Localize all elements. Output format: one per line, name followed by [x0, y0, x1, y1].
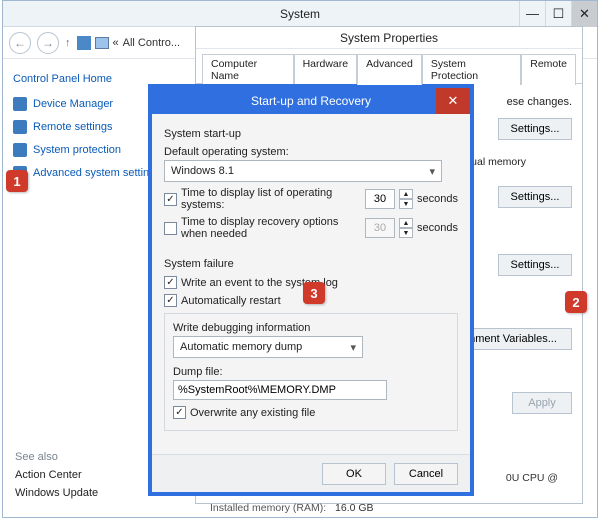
time-list-spinner[interactable]: ▲▼: [399, 189, 413, 209]
dialog-button-row: OK Cancel: [152, 454, 470, 492]
auto-restart-checkbox[interactable]: [164, 294, 177, 307]
system-failure-heading: System failure: [164, 258, 458, 270]
default-os-dropdown[interactable]: Windows 8.1: [164, 160, 442, 182]
dump-type-value: Automatic memory dump: [180, 341, 302, 353]
maximize-button[interactable]: ☐: [545, 1, 571, 27]
performance-settings-button[interactable]: Settings...: [498, 118, 572, 140]
write-debug-info-label: Write debugging information: [173, 322, 449, 334]
startup-recovery-title: Start-up and Recovery: [251, 94, 371, 108]
up-icon[interactable]: ↑: [65, 37, 71, 49]
device-manager-icon: [13, 97, 27, 111]
overwrite-checkbox[interactable]: [173, 406, 186, 419]
breadcrumb-text: All Contro...: [123, 37, 180, 49]
minimize-button[interactable]: —: [519, 1, 545, 27]
window-controls: — ☐ ✕: [519, 1, 597, 27]
ram-label: Installed memory (RAM):: [210, 502, 326, 514]
write-event-checkbox[interactable]: [164, 276, 177, 289]
see-also: See also Action Center Windows Update: [15, 451, 165, 505]
sidebar-item-device-manager[interactable]: Device Manager: [13, 97, 157, 111]
default-os-label: Default operating system:: [164, 146, 458, 158]
sidebar-item-label: Advanced system settin: [33, 167, 149, 179]
user-profiles-settings-button[interactable]: Settings...: [498, 186, 572, 208]
link-label: Action Center: [15, 469, 82, 481]
time-list-row: Time to display list of operating system…: [164, 187, 458, 211]
sidebar-item-label: Device Manager: [33, 98, 113, 110]
dialog-body: System start-up Default operating system…: [152, 114, 470, 441]
dialog-close-button[interactable]: ✕: [436, 88, 470, 114]
processor-fragment: 0U CPU @: [506, 472, 558, 484]
system-properties-title: System Properties: [196, 27, 582, 49]
seconds-label: seconds: [417, 193, 458, 205]
tab-system-protection[interactable]: System Protection: [422, 54, 521, 85]
time-recovery-row: Time to display recovery options when ne…: [164, 216, 458, 240]
dump-type-dropdown[interactable]: Automatic memory dump: [173, 336, 363, 358]
debug-info-group: Write debugging information Automatic me…: [164, 313, 458, 431]
sidebar-item-label: Remote settings: [33, 121, 112, 133]
callout-3: 3: [303, 282, 325, 304]
time-recovery-checkbox[interactable]: [164, 222, 177, 235]
link-label: Windows Update: [15, 487, 98, 499]
see-also-windows-update[interactable]: Windows Update: [15, 487, 165, 499]
sidebar-item-label: System protection: [33, 144, 121, 156]
sidebar-item-system-protection[interactable]: System protection: [13, 143, 157, 157]
close-button[interactable]: ✕: [571, 1, 597, 27]
startup-recovery-settings-button[interactable]: Settings...: [498, 254, 572, 276]
dump-file-label: Dump file:: [173, 366, 449, 378]
admin-note-text: ese changes.: [507, 96, 572, 108]
tab-computer-name[interactable]: Computer Name: [202, 54, 294, 85]
breadcrumb[interactable]: « All Contro...: [77, 36, 181, 50]
time-list-value[interactable]: [365, 189, 395, 209]
tab-advanced[interactable]: Advanced: [357, 54, 422, 85]
breadcrumb-sep: «: [113, 37, 119, 49]
system-protection-icon: [13, 143, 27, 157]
startup-recovery-titlebar: Start-up and Recovery ✕: [152, 88, 470, 114]
control-panel-home-link[interactable]: Control Panel Home: [13, 73, 157, 85]
time-list-label: Time to display list of operating system…: [181, 187, 361, 211]
system-startup-heading: System start-up: [164, 128, 458, 140]
system-window-titlebar: System — ☐ ✕: [3, 1, 597, 27]
spinner-down-icon: ▼: [399, 228, 413, 238]
virtual-memory-fragment: ual memory: [471, 156, 526, 168]
spinner-up-icon: ▲: [399, 218, 413, 228]
callout-2: 2: [565, 291, 587, 313]
time-recovery-label: Time to display recovery options when ne…: [181, 216, 361, 240]
seconds-label: seconds: [417, 222, 458, 234]
spinner-up-icon[interactable]: ▲: [399, 189, 413, 199]
default-os-value: Windows 8.1: [171, 165, 234, 177]
time-list-checkbox[interactable]: [164, 193, 177, 206]
system-window-title: System: [280, 7, 320, 21]
sidebar-item-remote-settings[interactable]: Remote settings: [13, 120, 157, 134]
shield-icon: [77, 36, 91, 50]
dump-file-input[interactable]: [173, 380, 387, 400]
tab-remote[interactable]: Remote: [521, 54, 576, 85]
apply-button[interactable]: Apply: [512, 392, 572, 414]
monitor-icon: [95, 37, 109, 49]
sidebar-item-advanced-system-settings[interactable]: Advanced system settin: [13, 166, 157, 180]
see-also-action-center[interactable]: Action Center: [15, 469, 165, 481]
spinner-down-icon[interactable]: ▼: [399, 199, 413, 209]
remote-settings-icon: [13, 120, 27, 134]
callout-1: 1: [6, 170, 28, 192]
forward-button[interactable]: →: [37, 32, 59, 54]
ram-value: 16.0 GB: [335, 502, 374, 514]
time-recovery-spinner: ▲▼: [399, 218, 413, 238]
time-recovery-value: [365, 218, 395, 238]
back-button[interactable]: ←: [9, 32, 31, 54]
cancel-button[interactable]: Cancel: [394, 463, 458, 485]
control-panel-sidebar: Control Panel Home Device Manager Remote…: [3, 59, 167, 517]
ram-info: Installed memory (RAM): 16.0 GB: [210, 502, 374, 514]
see-also-heading: See also: [15, 451, 165, 463]
tab-hardware[interactable]: Hardware: [294, 54, 358, 85]
system-properties-tabs: Computer Name Hardware Advanced System P…: [196, 49, 582, 84]
overwrite-label: Overwrite any existing file: [190, 407, 315, 419]
ok-button[interactable]: OK: [322, 463, 386, 485]
auto-restart-label: Automatically restart: [181, 295, 281, 307]
overwrite-row: Overwrite any existing file: [173, 406, 449, 419]
